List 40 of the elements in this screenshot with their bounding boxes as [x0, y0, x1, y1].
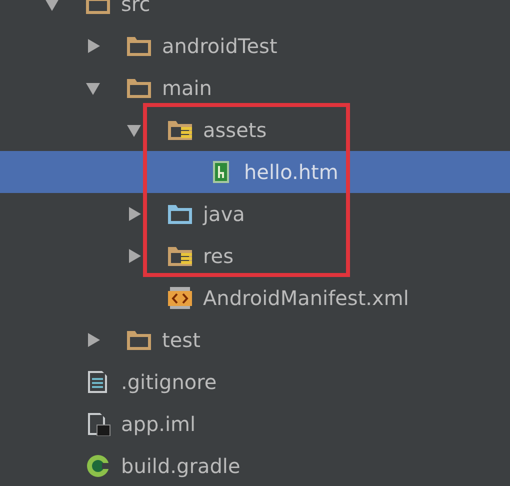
resource-folder-icon [167, 244, 193, 268]
tree-item[interactable]: AndroidManifest.xml [0, 277, 510, 319]
xml-file-icon [167, 286, 193, 310]
tree-item[interactable]: test [0, 319, 510, 361]
item-label: androidTest [162, 34, 278, 58]
collapsed-arrow-icon[interactable] [127, 206, 141, 222]
tree-item[interactable]: .gitignore [0, 361, 510, 403]
item-label: test [162, 328, 200, 352]
tree-item[interactable]: java [0, 193, 510, 235]
item-label: AndroidManifest.xml [203, 286, 409, 310]
item-label: src [121, 0, 150, 16]
resource-folder-icon [167, 118, 193, 142]
expanded-arrow-icon[interactable] [127, 122, 141, 138]
item-label: .gitignore [121, 370, 217, 394]
item-label: assets [203, 118, 267, 142]
collapsed-arrow-icon[interactable] [86, 332, 100, 348]
collapsed-arrow-icon[interactable] [127, 248, 141, 264]
item-label: java [203, 202, 245, 226]
tree-item[interactable]: androidTest [0, 25, 510, 67]
item-label: res [203, 244, 234, 268]
tree-item[interactable]: res [0, 235, 510, 277]
item-label: build.gradle [121, 454, 240, 478]
item-label: app.iml [121, 412, 196, 436]
collapsed-arrow-icon[interactable] [86, 38, 100, 54]
expanded-arrow-icon[interactable] [86, 80, 100, 96]
tree-item[interactable]: app.iml [0, 403, 510, 445]
folder-icon [126, 76, 152, 100]
folder-icon [126, 34, 152, 58]
expanded-arrow-icon[interactable] [45, 0, 59, 12]
item-label: main [162, 76, 212, 100]
gradle-icon [85, 454, 111, 478]
tree-item[interactable]: build.gradle [0, 445, 510, 486]
item-label: hello.htm [244, 160, 338, 184]
tree-item[interactable]: hello.htm [0, 151, 510, 193]
tree-item[interactable]: src [0, 0, 510, 25]
tree-item[interactable]: main [0, 67, 510, 109]
tree-item[interactable]: assets [0, 109, 510, 151]
folder-icon [167, 202, 193, 226]
module-file-icon [85, 412, 111, 436]
folder-icon [126, 328, 152, 352]
